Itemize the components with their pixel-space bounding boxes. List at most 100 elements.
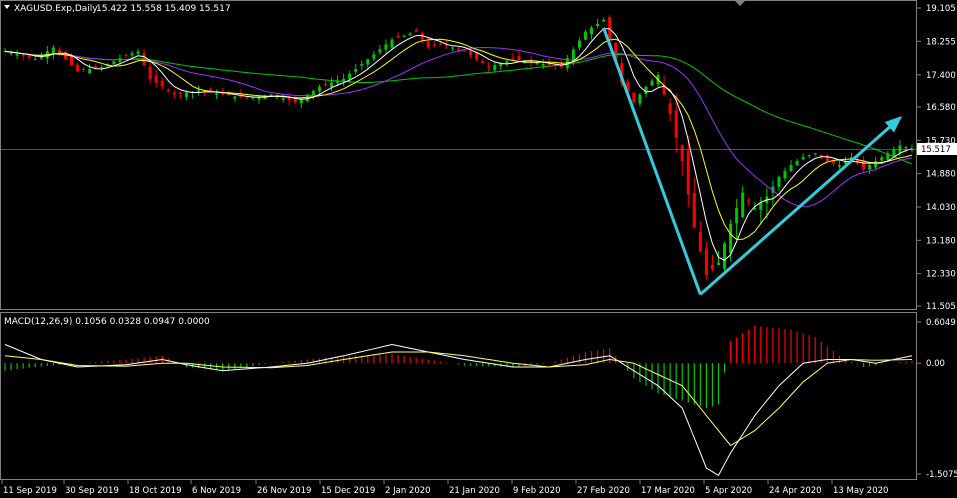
- ma-long-line: [4, 50, 913, 165]
- candle-body: [178, 92, 182, 94]
- ohlc-label: 15.422 15.558 15.409 15.517: [96, 4, 231, 14]
- price-tick-label: 16.580: [926, 103, 956, 113]
- candle-body: [898, 145, 902, 153]
- candle-body: [215, 93, 219, 95]
- candle-body: [686, 150, 690, 195]
- candle-body: [481, 61, 485, 64]
- candle-body: [729, 223, 733, 254]
- date-tick-label: 21 Jan 2020: [449, 486, 500, 496]
- candle-body: [426, 41, 430, 48]
- candle-body: [741, 192, 745, 218]
- date-tick-label: 11 Sep 2019: [3, 486, 57, 496]
- candle-body: [136, 51, 140, 54]
- price-tick-label: 14.030: [926, 203, 956, 213]
- candle-body: [710, 265, 714, 269]
- scroll-marker-icon[interactable]: [734, 0, 746, 6]
- candle-body: [571, 49, 575, 61]
- candle-body: [668, 103, 672, 115]
- candle-body: [402, 35, 406, 37]
- price-tick-label: 13.180: [926, 236, 956, 246]
- candle-body: [450, 47, 454, 49]
- macd-label: MACD(12,26,9) 0.1056 0.0328 0.0947 0.000…: [4, 317, 210, 327]
- date-tick-label: 26 Nov 2019: [257, 486, 311, 496]
- candle-body: [82, 69, 86, 71]
- candle-body: [590, 27, 594, 35]
- candle-body: [432, 44, 436, 46]
- price-chart[interactable]: 19.10518.25517.40016.58015.73014.88014.0…: [0, 0, 957, 498]
- candle-body: [457, 49, 460, 51]
- candle-body: [281, 98, 285, 100]
- candle-body: [9, 52, 13, 54]
- candle-body: [342, 78, 346, 82]
- date-tick-label: 30 Sep 2019: [65, 486, 119, 496]
- candle-body: [723, 243, 727, 269]
- price-tick-label: 17.400: [926, 71, 956, 81]
- candle-body: [251, 97, 255, 99]
- candle-body: [372, 54, 376, 59]
- candle-body: [680, 144, 684, 162]
- candle-body: [396, 36, 400, 38]
- candle-body: [541, 64, 545, 66]
- candle-body: [317, 86, 321, 91]
- date-tick-label: 6 Nov 2019: [192, 486, 241, 496]
- candle-body: [674, 110, 678, 138]
- candle-body: [245, 97, 249, 99]
- candle-body: [408, 33, 412, 36]
- trend-arrow-line: [602, 27, 702, 295]
- candle-body: [801, 157, 805, 160]
- date-tick-label: 2 Jan 2020: [385, 486, 431, 496]
- trend-arrow-line: [699, 116, 901, 296]
- candle-body: [813, 153, 817, 155]
- candle-body: [51, 47, 55, 55]
- candle-body: [233, 96, 237, 99]
- candle-body: [577, 40, 581, 48]
- date-tick-label: 15 Dec 2019: [321, 486, 375, 496]
- candle-body: [837, 165, 841, 167]
- candle-body: [795, 161, 799, 166]
- price-tick-label: 18.255: [926, 37, 956, 47]
- macd-tick-label: 0.6049: [926, 318, 956, 328]
- date-tick-label: 17 Mar 2020: [641, 486, 695, 496]
- date-tick-label: 13 May 2020: [833, 486, 888, 496]
- axis-layer: 19.10518.25517.40016.58015.73014.88014.0…: [1, 4, 957, 496]
- candle-body: [438, 43, 442, 45]
- candle-body: [100, 67, 104, 69]
- macd-tick-label: -1.5075: [926, 470, 957, 480]
- price-tick-label: 11.505: [926, 302, 956, 312]
- macd-series-layer: [4, 325, 913, 477]
- candle-body: [15, 54, 19, 56]
- candle-body: [892, 149, 896, 157]
- candle-body: [777, 176, 781, 187]
- candle-body: [366, 59, 370, 65]
- candle-body: [378, 49, 382, 53]
- candle-body: [511, 58, 515, 60]
- date-tick-label: 18 Oct 2019: [129, 486, 182, 496]
- candle-body: [27, 54, 31, 58]
- candle-body: [184, 92, 188, 97]
- candle-body: [384, 44, 388, 50]
- candle-body: [414, 30, 418, 32]
- candle-body: [197, 90, 201, 92]
- candle-body: [638, 94, 642, 104]
- macd-signal-line: [4, 351, 913, 447]
- candle-body: [880, 157, 884, 161]
- candle-body: [330, 82, 334, 88]
- candle-body: [88, 68, 92, 73]
- price-panel-frame: [0, 0, 917, 310]
- date-tick-label: 24 Apr 2020: [769, 486, 822, 496]
- candle-body: [517, 56, 521, 61]
- candle-body: [704, 248, 708, 275]
- candle-body: [602, 19, 606, 22]
- date-tick-label: 5 Apr 2020: [705, 486, 752, 496]
- current-price-label: 15.517: [921, 145, 951, 155]
- triangle-down-icon[interactable]: [4, 5, 10, 9]
- price-tick-label: 19.105: [926, 4, 956, 14]
- candle-body: [130, 53, 134, 56]
- candle-body: [747, 200, 751, 202]
- ma-slow-line: [4, 46, 913, 207]
- symbol-label: XAGUSD.Exp,Daily: [14, 4, 98, 14]
- date-tick-label: 9 Feb 2020: [513, 486, 561, 496]
- candle-body: [735, 208, 739, 224]
- candle-body: [148, 66, 152, 79]
- candle-body: [783, 170, 787, 179]
